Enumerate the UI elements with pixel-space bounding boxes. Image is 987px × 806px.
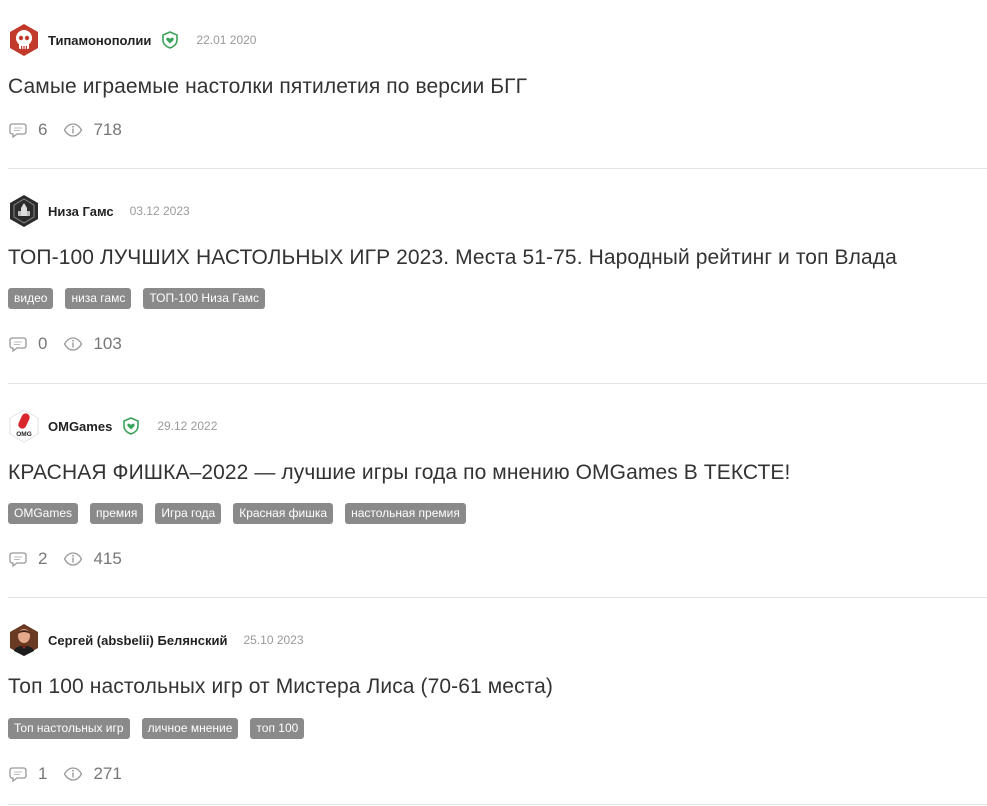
castle-avatar-icon[interactable] bbox=[8, 194, 40, 228]
tag[interactable]: OMGames bbox=[8, 503, 79, 524]
author-name[interactable]: OMGames bbox=[48, 419, 112, 434]
user-photo-avatar-icon[interactable] bbox=[8, 623, 40, 657]
views-icon bbox=[64, 337, 83, 351]
post-stats: 2 415 bbox=[8, 547, 122, 571]
comments-icon bbox=[9, 337, 27, 353]
views-count: 718 bbox=[93, 120, 122, 139]
skull-avatar-icon[interactable] bbox=[8, 23, 40, 57]
post-divider bbox=[8, 597, 987, 598]
tag[interactable]: Игра года bbox=[155, 503, 222, 524]
tag[interactable]: настольная премия bbox=[345, 503, 466, 524]
views-count: 271 bbox=[93, 764, 122, 783]
views-icon bbox=[64, 123, 83, 137]
comments-count: 6 bbox=[38, 120, 48, 139]
comments-count: 1 bbox=[38, 764, 48, 783]
post-meta: Сергей (absbelii) Белянский 25.10 2023 bbox=[8, 623, 304, 657]
verified-heart-icon bbox=[161, 31, 179, 49]
post-date: 25.10 2023 bbox=[243, 633, 304, 647]
post-title[interactable]: Самые играемые настолки пятилетия по вер… bbox=[8, 74, 527, 100]
post-meta: Типамонополии 22.01 2020 bbox=[8, 23, 256, 57]
post-divider bbox=[8, 168, 987, 169]
tag[interactable]: низа гамс bbox=[65, 288, 132, 309]
views-count: 415 bbox=[93, 549, 122, 568]
post-stats: 1 271 bbox=[8, 762, 122, 786]
tag[interactable]: видео bbox=[8, 288, 54, 309]
tag-list: OMGames премия Игра года Красная фишка н… bbox=[8, 503, 478, 524]
post-date: 29.12 2022 bbox=[157, 419, 218, 433]
post-date: 22.01 2020 bbox=[196, 33, 257, 47]
post-title[interactable]: Топ 100 настольных игр от Мистера Лиса (… bbox=[8, 674, 553, 700]
comments-icon bbox=[9, 767, 27, 783]
omg-logo-avatar-icon[interactable]: OMG bbox=[8, 409, 40, 443]
tag-list: видео низа гамс ТОП-100 Низа Гамс bbox=[8, 288, 277, 309]
tag[interactable]: ТОП-100 Низа Гамс bbox=[143, 288, 266, 309]
post-stats: 6 718 bbox=[8, 118, 122, 142]
tag[interactable]: топ 100 bbox=[250, 718, 305, 739]
tag[interactable]: премия bbox=[90, 503, 144, 524]
omg-logo-text: OMG bbox=[16, 431, 32, 438]
comments-count: 2 bbox=[38, 549, 48, 568]
views-count: 103 bbox=[93, 334, 122, 353]
post-stats: 0 103 bbox=[8, 332, 122, 356]
post-meta: OMG OMGames 29.12 2022 bbox=[8, 409, 217, 443]
author-name[interactable]: Типамонополии bbox=[48, 33, 151, 48]
post-date: 03.12 2023 bbox=[129, 204, 190, 218]
tag-list: Топ настольных игр личное мнение топ 100 bbox=[8, 718, 316, 739]
comments-count: 0 bbox=[38, 334, 48, 353]
views-icon bbox=[64, 767, 83, 781]
post-divider bbox=[8, 383, 987, 384]
post-title[interactable]: КРАСНАЯ ФИШКА–2022 — лучшие игры года по… bbox=[8, 460, 790, 486]
comments-icon bbox=[9, 123, 27, 139]
post-meta: Низа Гамс 03.12 2023 bbox=[8, 194, 190, 228]
verified-heart-icon bbox=[122, 417, 140, 435]
post-title[interactable]: ТОП-100 ЛУЧШИХ НАСТОЛЬНЫХ ИГР 2023. Мест… bbox=[8, 245, 897, 271]
comments-icon bbox=[9, 552, 27, 568]
post-divider bbox=[8, 804, 987, 805]
author-name[interactable]: Низа Гамс bbox=[48, 204, 114, 219]
author-name[interactable]: Сергей (absbelii) Белянский bbox=[48, 633, 227, 648]
views-icon bbox=[64, 552, 83, 566]
tag[interactable]: личное мнение bbox=[141, 718, 239, 739]
tag[interactable]: Красная фишка bbox=[233, 503, 334, 524]
tag[interactable]: Топ настольных игр bbox=[8, 718, 130, 739]
